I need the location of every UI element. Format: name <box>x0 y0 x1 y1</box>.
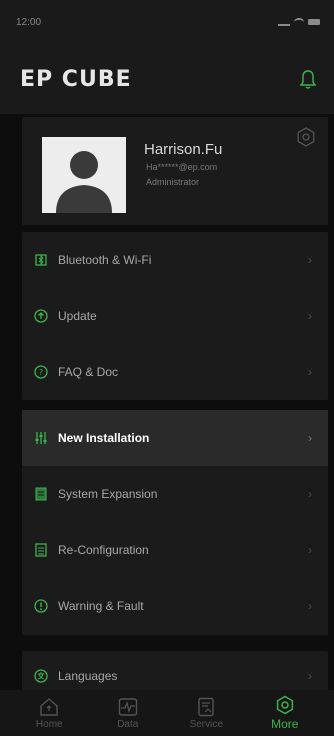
faq-icon: ? <box>34 365 48 379</box>
menu-item-label: System Expansion <box>58 487 158 501</box>
menu-item-faq-doc[interactable]: ? FAQ & Doc › <box>22 344 328 400</box>
installation-icon <box>35 432 47 444</box>
menu-item-label: Warning & Fault <box>58 599 144 613</box>
chevron-right-icon: › <box>308 669 312 683</box>
profile-card[interactable]: Harrison.Fu Ha******@ep.com Administrato… <box>22 117 328 225</box>
avatar-placeholder-icon <box>56 151 112 213</box>
bottom-tab-bar: Home Data Service More <box>0 690 334 736</box>
profile-email: Ha******@ep.com <box>146 162 218 172</box>
menu-item-system-expansion[interactable]: System Expansion › <box>22 466 328 522</box>
menu-item-label: Update <box>58 309 97 323</box>
avatar[interactable] <box>42 137 126 213</box>
tab-label: Data <box>117 718 139 730</box>
menu-item-re-configuration[interactable]: Re-Configuration › <box>22 522 328 578</box>
warning-icon <box>34 599 48 613</box>
status-icons <box>278 18 320 26</box>
language-icon <box>34 669 48 683</box>
menu-item-label: FAQ & Doc <box>58 365 119 379</box>
home-icon <box>40 697 58 716</box>
tab-label: Home <box>35 718 63 730</box>
app-logo: EP CUBE <box>20 66 132 92</box>
chevron-right-icon: › <box>308 309 312 323</box>
battery-icon <box>308 19 320 25</box>
tab-label: More <box>271 717 299 731</box>
profile-name: Harrison.Fu <box>144 141 223 158</box>
menu-group-installation: New Installation › System Expansion › Re… <box>22 410 328 635</box>
data-icon <box>118 697 137 716</box>
tab-home[interactable]: Home <box>19 697 79 730</box>
chevron-right-icon: › <box>308 599 312 613</box>
chevron-right-icon: › <box>308 431 312 445</box>
status-time: 12:00 <box>16 16 42 28</box>
menu-item-warning-fault[interactable]: Warning & Fault › <box>22 578 328 634</box>
menu-item-label: Re-Configuration <box>58 543 149 557</box>
menu-item-bluetooth-wifi[interactable]: Bluetooth & Wi-Fi › <box>22 232 328 288</box>
tab-label: Service <box>189 718 223 730</box>
chevron-right-icon: › <box>308 543 312 557</box>
menu-item-label: New Installation <box>58 431 150 445</box>
status-bar: 12:00 <box>0 0 334 44</box>
gear-icon[interactable] <box>296 127 316 147</box>
menu-item-label: Languages <box>58 669 118 683</box>
expansion-icon <box>35 487 47 501</box>
menu-item-new-installation[interactable]: New Installation › <box>22 410 328 466</box>
tab-service[interactable]: Service <box>176 697 236 730</box>
more-gear-icon <box>276 695 293 715</box>
wifi-icon <box>294 18 304 26</box>
bluetooth-wifi-icon <box>35 254 47 266</box>
menu-item-update[interactable]: Update › <box>22 288 328 344</box>
chevron-right-icon: › <box>308 253 312 267</box>
reconfiguration-icon <box>35 543 47 557</box>
bell-icon[interactable] <box>298 68 318 90</box>
signal-icon <box>278 18 290 26</box>
chevron-right-icon: › <box>308 365 312 379</box>
service-icon <box>198 697 214 716</box>
tab-more[interactable]: More <box>255 695 315 731</box>
menu-item-languages[interactable]: Languages › <box>22 651 328 691</box>
chevron-right-icon: › <box>308 487 312 501</box>
menu-item-label: Bluetooth & Wi-Fi <box>58 253 152 267</box>
update-icon <box>34 309 48 323</box>
profile-role: Administrator <box>146 177 200 187</box>
menu-group-tools: Bluetooth & Wi-Fi › Update › ? FAQ & Doc… <box>22 232 328 400</box>
tab-data[interactable]: Data <box>98 697 158 730</box>
app-header: EP CUBE <box>0 44 334 114</box>
svg-text:?: ? <box>39 368 43 377</box>
menu-group-preferences: Languages › <box>22 651 328 691</box>
